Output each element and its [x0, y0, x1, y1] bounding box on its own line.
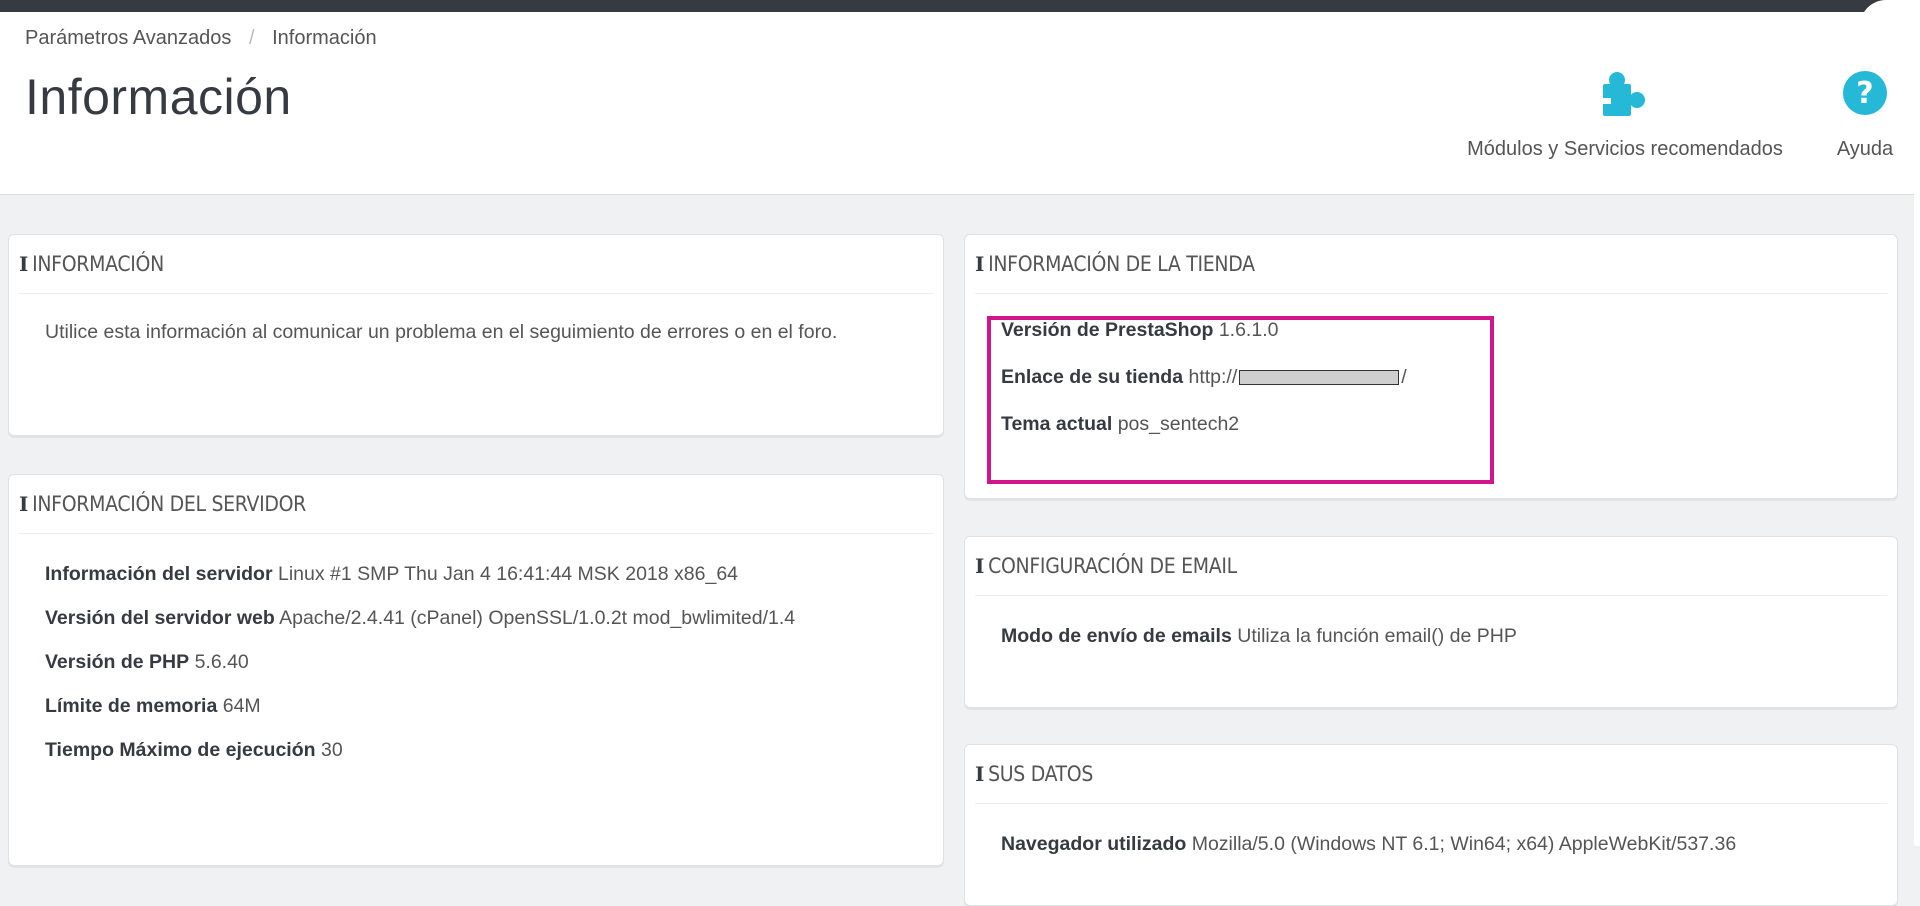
email-config-panel: i Configuración de email Modo de envío d…	[964, 536, 1898, 708]
store-panel-heading: i Información de la tienda	[975, 235, 1887, 294]
row-value: Linux #1 SMP Thu Jan 4 16:41:44 MSK 2018…	[277, 563, 739, 585]
row-label: Versión del servidor web	[45, 607, 275, 629]
row-value: 5.6.40	[194, 651, 249, 673]
row-value: 64M	[222, 695, 261, 717]
row-value: Mozilla/5.0 (Windows NT 6.1; Win64; x64)…	[1191, 833, 1737, 855]
store-link-prefix[interactable]: http://	[1188, 366, 1237, 388]
prestashop-version-row: Versión de PrestaShop 1.6.1.0	[1001, 316, 1861, 345]
info-icon: i	[975, 554, 985, 578]
page-header: Parámetros Avanzados / Información Infor…	[0, 12, 1914, 195]
store-info-panel: i Información de la tienda Versión de Pr…	[964, 234, 1898, 499]
info-panel-text: Utilice esta información al comunicar un…	[45, 321, 838, 343]
row-value: 30	[320, 739, 343, 761]
row-label: Información del servidor	[45, 563, 273, 585]
php-version-row: Versión de PHP 5.6.40	[45, 648, 907, 677]
right-edge	[1914, 12, 1920, 846]
question-circle-icon: ?	[1842, 70, 1888, 121]
your-data-panel: i Sus datos Navegador utilizado Mozilla/…	[964, 744, 1898, 906]
row-label: Tiempo Máximo de ejecución	[45, 739, 316, 761]
store-link-row: Enlace de su tienda http:// /	[1001, 363, 1861, 392]
info-icon: i	[19, 252, 29, 276]
recommended-modules-button[interactable]: Módulos y Servicios recomendados	[1440, 68, 1810, 161]
row-label: Límite de memoria	[45, 695, 218, 717]
info-panel: i Información Utilice esta información a…	[8, 234, 944, 436]
top-navbar	[0, 0, 1920, 12]
current-theme-row: Tema actual pos_sentech2	[1001, 410, 1861, 439]
puzzle-icon	[1603, 70, 1647, 121]
breadcrumb: Parámetros Avanzados / Información	[25, 27, 377, 50]
breadcrumb-separator: /	[248, 27, 255, 49]
redacted-block	[1239, 370, 1400, 386]
breadcrumb-parent[interactable]: Parámetros Avanzados	[25, 27, 231, 49]
server-info-panel: i Información del servidor Información d…	[8, 474, 944, 866]
store-link-suffix: /	[1401, 366, 1407, 388]
row-label: Versión de PHP	[45, 651, 190, 673]
recommended-modules-label: Módulos y Servicios recomendados	[1467, 138, 1783, 160]
row-label: Modo de envío de emails	[1001, 625, 1232, 647]
email-mode-row: Modo de envío de emails Utiliza la funci…	[1001, 622, 1861, 651]
row-label: Versión de PrestaShop	[1001, 319, 1214, 341]
help-label: Ayuda	[1836, 138, 1894, 160]
row-label: Enlace de su tienda	[1001, 366, 1184, 388]
browser-row: Navegador utilizado Mozilla/5.0 (Windows…	[1001, 830, 1861, 859]
info-icon: i	[975, 252, 985, 276]
store-panel-title: Información de la tienda	[988, 252, 1255, 276]
memory-limit-row: Límite de memoria 64M	[45, 692, 907, 721]
row-value: Apache/2.4.41 (cPanel) OpenSSL/1.0.2t mo…	[279, 607, 796, 629]
row-value: pos_sentech2	[1117, 413, 1240, 435]
info-icon: i	[19, 492, 29, 516]
server-panel-heading: i Información del servidor	[19, 475, 933, 534]
breadcrumb-current: Información	[272, 27, 377, 49]
max-execution-row: Tiempo Máximo de ejecución 30	[45, 736, 907, 765]
email-panel-heading: i Configuración de email	[975, 537, 1887, 596]
server-info-row: Información del servidor Linux #1 SMP Th…	[45, 560, 907, 589]
row-label: Tema actual	[1001, 413, 1113, 435]
help-button[interactable]: ? Ayuda	[1820, 68, 1910, 161]
page-title: Información	[25, 69, 292, 125]
row-label: Navegador utilizado	[1001, 833, 1187, 855]
data-panel-title: Sus datos	[988, 762, 1094, 786]
info-panel-title: Información	[32, 252, 164, 276]
row-value: Utiliza la función email() de PHP	[1237, 625, 1517, 647]
row-value: 1.6.1.0	[1218, 319, 1279, 341]
data-panel-heading: i Sus datos	[975, 745, 1887, 804]
server-panel-title: Información del servidor	[32, 492, 306, 516]
svg-text:?: ?	[1856, 76, 1873, 111]
info-icon: i	[975, 762, 985, 786]
web-server-row: Versión del servidor web Apache/2.4.41 (…	[45, 604, 805, 633]
email-panel-title: Configuración de email	[988, 554, 1237, 578]
info-panel-heading: i Información	[19, 235, 933, 294]
